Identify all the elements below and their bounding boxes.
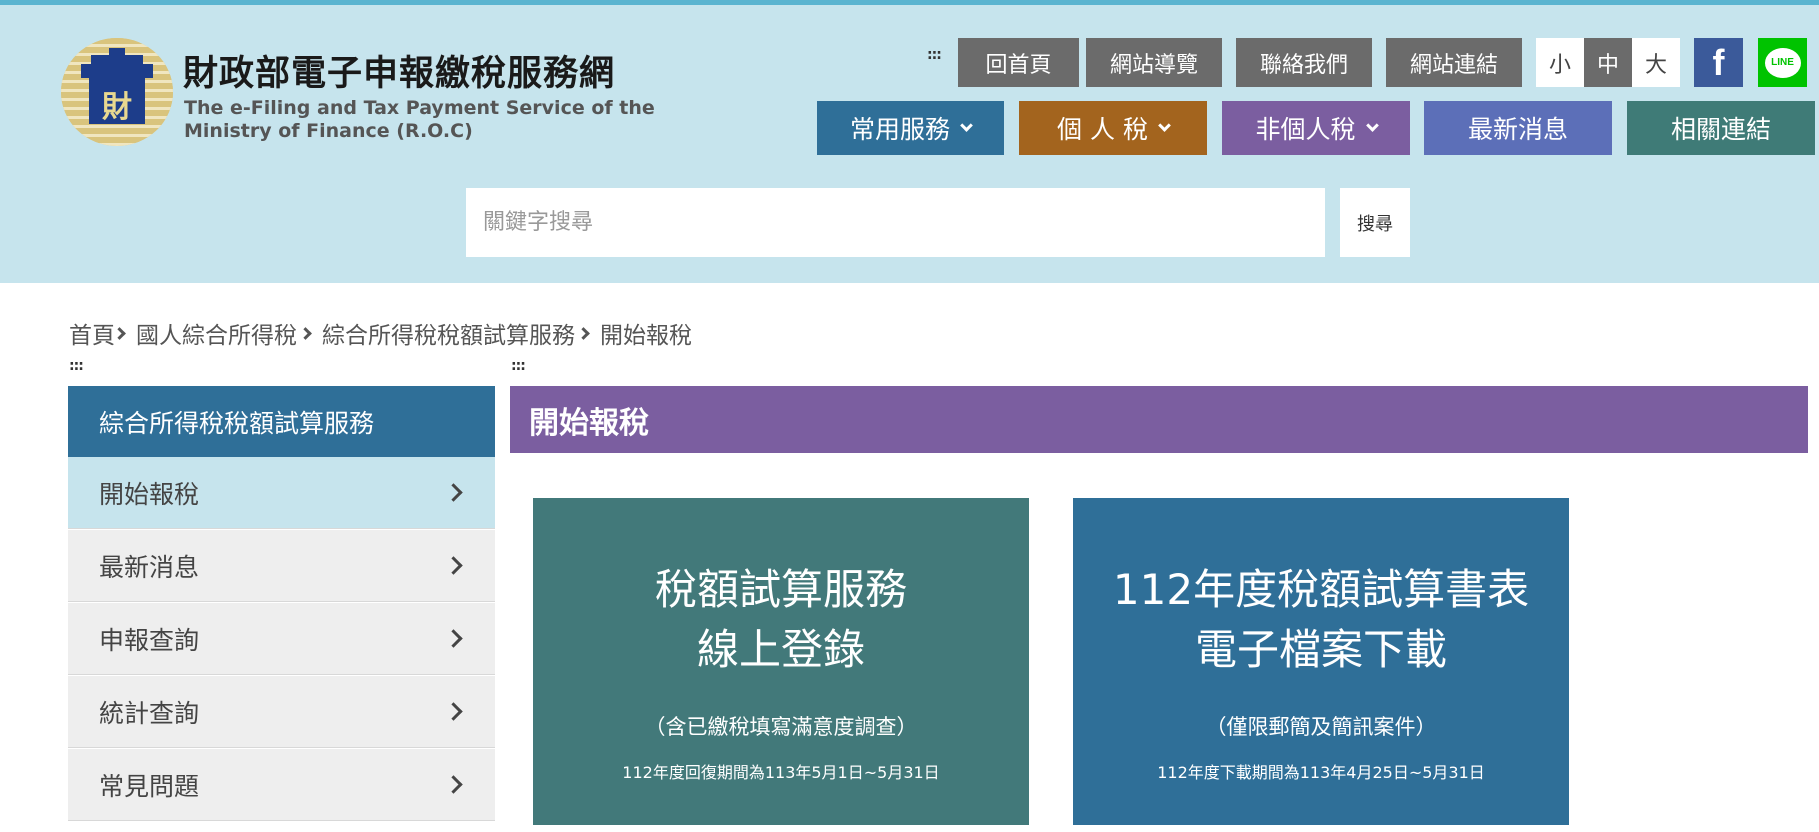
site-subtitle-en[interactable]: The e-Filing and Tax Payment Service of … (184, 97, 655, 143)
font-size-medium-button[interactable]: 中 (1584, 38, 1632, 87)
chevron-right-icon (444, 483, 463, 502)
search-input[interactable] (466, 188, 1325, 257)
tax-calc-online-login-card[interactable]: 稅額試算服務 線上登錄 （含已繳稅填寫滿意度調查） 112年度回復期間為113年… (533, 498, 1029, 825)
nav-label: 最新消息 (1467, 115, 1568, 144)
nav-related-links[interactable]: 相關連結 (1627, 101, 1815, 155)
card-note: （含已繳稅填寫滿意度調查） (644, 715, 918, 739)
font-size-small-button[interactable]: 小 (1536, 38, 1584, 87)
nav-label: 個 人 稅 (1057, 115, 1148, 144)
side-item-label: 申報查詢 (99, 625, 200, 655)
facebook-icon[interactable]: f (1694, 38, 1743, 87)
nav-non-individual-tax[interactable]: 非個人稅 (1222, 101, 1410, 155)
home-button[interactable]: 回首頁 (958, 38, 1079, 87)
side-item-label: 開始報稅 (99, 479, 200, 509)
accesskey-content[interactable]: ::: (511, 358, 526, 374)
card-period: 112年度下載期間為113年4月25日~5月31日 (1157, 763, 1485, 782)
card-note: （僅限郵簡及簡訊案件） (1205, 715, 1437, 739)
site-title[interactable]: 財政部電子申報繳稅服務網 (183, 45, 615, 96)
side-item-label: 統計查詢 (99, 698, 200, 728)
card-title-line2: 線上登錄 (696, 625, 865, 674)
chevron-right-icon (444, 775, 463, 794)
accesskey-left[interactable]: ::: (69, 358, 84, 374)
breadcrumb-income-tax[interactable]: 國人綜合所得稅 (136, 316, 297, 350)
emblem-glyph: 財 (102, 90, 132, 125)
chevron-right-icon (299, 326, 312, 340)
side-item-start-filing[interactable]: 開始報稅 (68, 457, 495, 529)
chevron-down-icon (1365, 118, 1379, 132)
chevron-right-icon (444, 556, 463, 575)
chevron-right-icon (113, 326, 126, 340)
breadcrumb-tax-calc-service[interactable]: 綜合所得稅稅額試算服務 (322, 316, 575, 350)
nav-common-services[interactable]: 常用服務 (817, 101, 1004, 155)
nav-label: 相關連結 (1670, 115, 1771, 144)
site-subtitle-line2: Ministry of Finance (R.O.C) (184, 120, 473, 142)
side-item-faq[interactable]: 常見問題 (68, 749, 495, 821)
card-period: 112年度回復期間為113年5月1日~5月31日 (622, 763, 940, 782)
card-title-line1: 稅額試算服務 (654, 565, 907, 614)
contact-button[interactable]: 聯絡我們 (1236, 38, 1372, 87)
breadcrumb: 首頁 國人綜合所得稅 綜合所得稅稅額試算服務 開始報稅 (69, 316, 692, 350)
tax-form-download-card[interactable]: 112年度稅額試算書表 電子檔案下載 （僅限郵簡及簡訊案件） 112年度下載期間… (1073, 498, 1569, 825)
facebook-glyph: f (1712, 41, 1725, 83)
nav-latest-news[interactable]: 最新消息 (1424, 101, 1612, 155)
font-size-large-button[interactable]: 大 (1632, 38, 1680, 87)
side-item-latest-news[interactable]: 最新消息 (68, 530, 495, 602)
card-title-line2: 電子檔案下載 (1194, 625, 1447, 674)
side-item-label: 最新消息 (99, 552, 200, 582)
chevron-down-icon (1158, 118, 1171, 132)
site-header: 財 財政部電子申報繳稅服務網 The e-Filing and Tax Paym… (0, 0, 1819, 283)
chevron-right-icon (444, 629, 463, 648)
ministry-emblem-logo[interactable]: 財 (61, 38, 173, 146)
line-icon[interactable]: LINE (1758, 38, 1807, 87)
nav-label: 非個人稅 (1255, 115, 1356, 144)
line-label: LINE (1771, 57, 1794, 68)
nav-label: 常用服務 (849, 115, 950, 144)
site-subtitle-line1: The e-Filing and Tax Payment Service of … (184, 97, 655, 119)
side-menu-title: 綜合所得稅稅額試算服務 (68, 386, 495, 457)
chevron-down-icon (960, 118, 973, 132)
page-title: 開始報稅 (510, 386, 1808, 453)
side-item-label: 常見問題 (99, 771, 200, 801)
side-item-filing-query[interactable]: 申報查詢 (68, 603, 495, 675)
site-links-button[interactable]: 網站連結 (1386, 38, 1522, 87)
card-title-line1: 112年度稅額試算書表 (1112, 565, 1530, 614)
accesskey-top[interactable]: ::: (927, 47, 942, 63)
breadcrumb-current[interactable]: 開始報稅 (600, 316, 692, 350)
side-item-statistics[interactable]: 統計查詢 (68, 676, 495, 748)
breadcrumb-home[interactable]: 首頁 (69, 316, 115, 350)
search-button[interactable]: 搜尋 (1340, 188, 1410, 257)
nav-individual-tax[interactable]: 個 人 稅 (1019, 101, 1207, 155)
chevron-right-icon (444, 702, 463, 721)
sitemap-button[interactable]: 網站導覽 (1086, 38, 1222, 87)
chevron-right-icon (577, 326, 590, 340)
